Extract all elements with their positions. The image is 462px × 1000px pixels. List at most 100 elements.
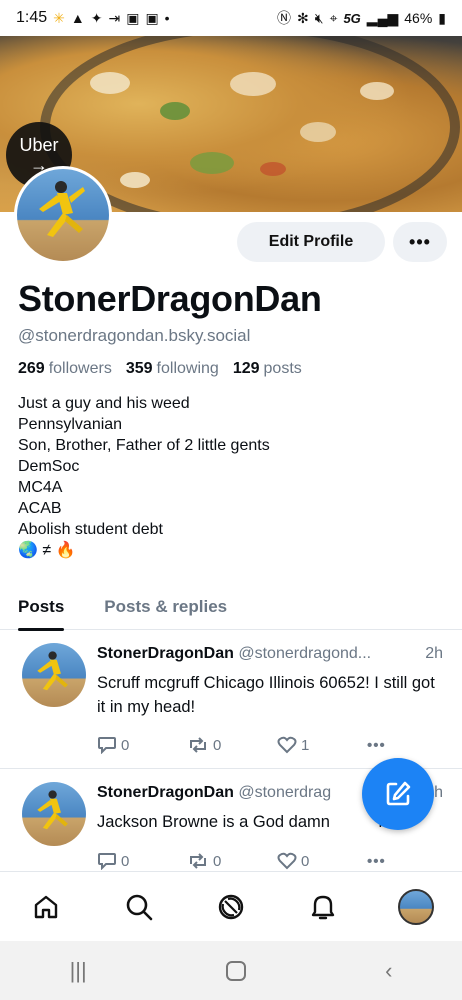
profile-handle: @stonerdragondan.bsky.social — [18, 326, 251, 345]
food-blob — [90, 72, 130, 94]
repost-count: 0 — [213, 736, 222, 754]
following-label: following — [156, 360, 219, 377]
compose-icon — [386, 781, 411, 806]
home-icon — [34, 895, 58, 918]
bio-line: ACAB — [18, 500, 62, 517]
followers-stat[interactable]: 269 followers — [18, 360, 112, 378]
food-blob — [160, 102, 190, 120]
more-options-button[interactable]: ••• — [393, 222, 447, 262]
reply-count: 0 — [121, 852, 130, 870]
reply-icon — [98, 853, 116, 870]
post-actions: 0 0 0 ••• — [97, 852, 397, 870]
repost-count: 0 — [213, 852, 222, 870]
mute-icon: 🔇︎ — [314, 10, 324, 26]
recent-apps-icon[interactable]: ||| — [70, 958, 87, 984]
pan-shape — [40, 32, 460, 212]
battery-icon: ▮ — [438, 10, 446, 26]
edit-profile-button[interactable]: Edit Profile — [237, 222, 385, 262]
pitcher-figure — [37, 790, 68, 830]
nav-feeds[interactable] — [209, 885, 253, 929]
bottom-navigation — [0, 871, 462, 941]
repost-button[interactable]: 0 — [187, 852, 277, 870]
display-name: StonerDragonDan — [18, 278, 322, 319]
posts-label: posts — [263, 360, 302, 377]
bio-line: Son, Brother, Father of 2 little gents — [18, 437, 270, 454]
post-more-button[interactable]: ••• — [367, 736, 386, 754]
post-header: StonerDragonDan @stonerdragond... 2h — [97, 645, 447, 663]
post-author-name[interactable]: StonerDragonDan — [97, 645, 234, 662]
profile-avatar[interactable] — [14, 166, 112, 264]
posts-stat: 129 posts — [233, 360, 302, 378]
following-stat[interactable]: 359 following — [126, 360, 219, 378]
food-blob — [190, 152, 234, 174]
like-count: 0 — [301, 852, 310, 870]
post-item[interactable]: StonerDragonDan @stonerdragond... 2h Scr… — [0, 631, 462, 769]
like-button[interactable]: 1 — [277, 736, 367, 754]
food-blob — [260, 162, 286, 176]
post-text: Scruff mcgruff Chicago Illinois 60652! I… — [97, 674, 435, 716]
bell-icon — [312, 895, 335, 919]
nav-search[interactable] — [117, 885, 161, 929]
compose-button[interactable] — [362, 758, 434, 830]
status-bar: 1:45 ✳ ▲ ✦ ⇥ ▣ ▣ • Ⓝ ✻ 🔇︎ ⌖ 5G ▂▄▆ 46% ▮ — [0, 0, 462, 36]
nav-profile[interactable] — [394, 885, 438, 929]
tab-posts-and-replies[interactable]: Posts & replies — [90, 584, 241, 630]
post-actions: 0 0 1 ••• — [97, 736, 397, 754]
profile-tabs: Posts Posts & replies — [0, 584, 462, 631]
food-blob — [230, 72, 276, 96]
food-blob — [300, 122, 336, 142]
post-avatar[interactable] — [22, 782, 86, 846]
post-more-button[interactable]: ••• — [367, 852, 386, 870]
location-icon: ⌖ — [329, 10, 338, 26]
profile-bio: Just a guy and his weed Pennsylvanian So… — [18, 393, 270, 561]
heart-icon — [277, 852, 297, 870]
food-blob — [360, 82, 394, 100]
forward-icon: ⇥ — [108, 10, 121, 26]
home-button-icon[interactable] — [225, 960, 246, 981]
bio-line: Abolish student debt — [18, 521, 163, 538]
post-author-name[interactable]: StonerDragonDan — [97, 784, 234, 801]
back-icon[interactable]: ‹ — [385, 958, 392, 984]
bio-line: DemSoc — [18, 458, 80, 475]
followers-label: followers — [48, 360, 112, 377]
more-icon: ••• — [367, 852, 386, 870]
bio-line: Pennsylvanian — [18, 416, 123, 433]
bag-icon-2: ▣ — [145, 10, 159, 26]
pitcher-figure — [37, 651, 68, 691]
uber-label: Uber — [19, 135, 59, 155]
posts-count: 129 — [232, 360, 260, 377]
search-icon — [126, 894, 152, 920]
nav-notifications[interactable] — [301, 885, 345, 929]
nfc-icon: Ⓝ — [277, 10, 291, 26]
post-avatar[interactable] — [22, 643, 86, 707]
repost-icon — [190, 853, 206, 869]
repost-button[interactable]: 0 — [187, 736, 277, 754]
bio-line: 🌏 ≠ 🔥 — [18, 542, 76, 559]
reply-icon — [98, 737, 116, 754]
reply-count: 0 — [121, 736, 130, 754]
following-count: 359 — [125, 360, 153, 377]
pitcher-figure — [39, 181, 85, 237]
tab-posts[interactable]: Posts — [4, 584, 78, 631]
profile-stats: 269 followers 359 following 129 posts — [18, 360, 302, 378]
dot-icon: • — [164, 10, 170, 26]
network-label: 5G — [343, 10, 361, 26]
nav-home[interactable] — [24, 885, 68, 929]
bluetooth-icon: ✻ — [297, 10, 309, 26]
food-blob — [120, 172, 150, 188]
navigation-icon: ▲ — [70, 10, 85, 26]
post-time: 2h — [421, 645, 443, 663]
bio-line: MC4A — [18, 479, 63, 496]
avatar — [397, 888, 434, 925]
followers-count: 269 — [18, 360, 45, 377]
bio-line: Just a guy and his weed — [18, 395, 190, 412]
post-author-handle[interactable]: @stonerdrag — [238, 784, 331, 801]
reply-button[interactable]: 0 — [97, 852, 187, 870]
post-text-start: Jackson Browne is a God damn — [97, 813, 335, 831]
post-author-handle[interactable]: @stonerdragond... — [238, 645, 371, 662]
status-time: 1:45 — [16, 9, 48, 26]
battery-text: 46% — [404, 10, 433, 26]
like-button[interactable]: 0 — [277, 852, 367, 870]
reply-button[interactable]: 0 — [97, 736, 187, 754]
like-count: 1 — [301, 736, 310, 754]
